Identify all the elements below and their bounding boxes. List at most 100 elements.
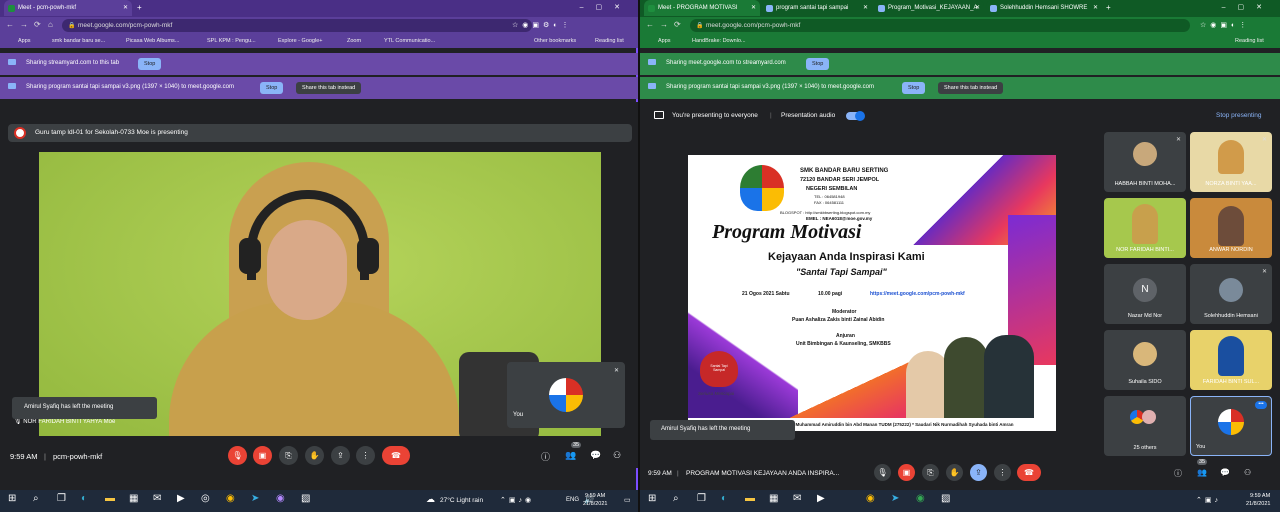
bookmark-ytl[interactable]: YTL Communicatio... <box>384 38 435 44</box>
new-tab-icon[interactable]: + <box>137 3 142 12</box>
mail-icon[interactable]: ✉ <box>793 493 801 504</box>
bookmark-spl[interactable]: SPL KPM : Pengu... <box>207 38 256 44</box>
stop-presenting-button[interactable]: Stop presenting <box>1216 112 1262 119</box>
captions-button[interactable]: ⎘ <box>279 446 298 465</box>
store-icon[interactable]: ▦ <box>129 493 138 504</box>
close-icon[interactable]: ✕ <box>1093 4 1098 11</box>
telegram-icon[interactable]: ➤ <box>251 493 259 504</box>
more-options-button[interactable]: ⋮ <box>356 446 375 465</box>
tray-icons[interactable]: ⌃▣♪◉ <box>500 496 534 504</box>
close-icon[interactable]: ✕ <box>123 4 128 11</box>
captions-button[interactable]: ⎘ <box>922 464 939 481</box>
tray-icons[interactable]: ⌃▣♪ <box>1196 496 1221 504</box>
share-this-tab-button[interactable]: Share this tab instead <box>938 82 1004 94</box>
photos-icon[interactable]: ▧ <box>301 493 310 504</box>
close-icon[interactable]: ✕ <box>751 4 756 11</box>
participant-tile[interactable]: ANWAR NORDIN <box>1190 198 1272 258</box>
info-icon[interactable]: ⓘ <box>541 450 550 463</box>
self-tile[interactable]: ••• You <box>1190 396 1272 456</box>
people-icon[interactable]: 👥 <box>1197 468 1207 477</box>
share-this-tab-button[interactable]: Share this tab instead <box>296 82 362 94</box>
bookmark-apps[interactable]: Apps <box>658 38 671 44</box>
people-icon[interactable]: 👥 <box>565 450 576 461</box>
more-options-button[interactable]: ⋮ <box>994 464 1011 481</box>
reload-icon[interactable]: ⟳ <box>34 20 41 29</box>
windows-start-icon[interactable]: ⊞ <box>648 493 656 504</box>
camera-toggle-button[interactable]: ▣ <box>253 446 272 465</box>
right-tab-program[interactable]: program santai tapi sampai ✕ <box>762 0 872 16</box>
photos-icon[interactable]: ▧ <box>941 493 950 504</box>
bookmark-picasa[interactable]: Picasa Web Albums... <box>126 38 179 44</box>
windows-start-icon[interactable]: ⊞ <box>8 493 16 504</box>
language-indicator[interactable]: ENG <box>566 497 579 503</box>
present-button[interactable]: ⇪ <box>331 446 350 465</box>
end-call-button[interactable]: ☎ <box>382 446 410 465</box>
stop-button[interactable]: Stop <box>902 82 926 94</box>
close-icon[interactable]: ✕ <box>863 4 868 11</box>
participant-tile[interactable]: ✕ Solehhuddin Hemsani <box>1190 264 1272 324</box>
app-icon[interactable]: ◎ <box>201 493 210 504</box>
stop-button[interactable]: Stop <box>260 82 284 94</box>
bookmark-reading-list[interactable]: Reading list <box>595 38 624 44</box>
mail-icon[interactable]: ✉ <box>153 493 161 504</box>
present-button[interactable]: ⇪ <box>970 464 987 481</box>
chat-icon[interactable]: 💬 <box>1220 468 1230 477</box>
info-icon[interactable]: ⓘ <box>1174 468 1182 479</box>
reload-icon[interactable]: ⟳ <box>674 20 681 29</box>
task-view-icon[interactable]: ❐ <box>697 493 706 504</box>
end-call-button[interactable]: ☎ <box>1017 464 1041 481</box>
forward-icon[interactable]: → <box>20 20 28 29</box>
search-icon[interactable]: ⌕ <box>33 493 39 504</box>
file-explorer-icon[interactable]: ▬ <box>105 493 115 504</box>
others-tile[interactable]: 25 others <box>1104 396 1186 456</box>
right-address-bar[interactable]: 🔒 meet.google.com/pcm-powh-mkf <box>690 19 1190 32</box>
participant-tile[interactable]: ✕ HABBAH BINTI MOHA... <box>1104 132 1186 192</box>
home-icon[interactable]: ⌂ <box>48 20 53 29</box>
file-explorer-icon[interactable]: ▬ <box>745 493 755 504</box>
store-icon[interactable]: ▦ <box>769 493 778 504</box>
chrome-green-icon[interactable]: ◉ <box>916 493 925 504</box>
participant-tile[interactable]: N Nazar Md Nor <box>1104 264 1186 324</box>
bookmark-smk[interactable]: smk bandar baru se... <box>52 38 105 44</box>
right-tab-motivasi[interactable]: Program_Motivasi_KEJAYAAN_A ✕ <box>874 0 984 16</box>
more-options-icon[interactable]: ••• <box>1255 401 1267 409</box>
mic-toggle-button[interactable]: 🎙 <box>874 464 891 481</box>
media-icon[interactable]: ▶ <box>177 493 185 504</box>
chat-icon[interactable]: 💬 <box>590 450 601 461</box>
media-icon[interactable]: ▶ <box>817 493 825 504</box>
close-icon[interactable]: ✕ <box>975 4 980 11</box>
search-icon[interactable]: ⌕ <box>673 493 679 504</box>
window-controls[interactable]: –▢✕ <box>580 3 632 11</box>
bookmark-google-plus[interactable]: Explore - Google+ <box>278 38 322 44</box>
extension-icons[interactable]: ☆◉▣◐⋮ <box>1200 21 1250 29</box>
chrome-purple-icon[interactable]: ◉ <box>276 493 285 504</box>
participant-tile[interactable]: ✕ NORZA BINTI YAA... <box>1190 132 1272 192</box>
stop-button[interactable]: Stop <box>806 58 830 70</box>
new-tab-icon[interactable]: + <box>1106 3 1111 12</box>
right-tab-solehhuddin[interactable]: Solehhuddin Hemsani SHOWRE ✕ <box>986 0 1102 16</box>
stop-button[interactable]: Stop <box>138 58 162 70</box>
notification-icon[interactable]: ▭ <box>624 496 631 504</box>
participant-tile[interactable]: FARIDAH BINTI SUL... <box>1190 330 1272 390</box>
participant-tile[interactable]: NOR FARIDAH BINTI... <box>1104 198 1186 258</box>
self-view-tile[interactable]: ✕ You <box>507 362 625 428</box>
telegram-icon[interactable]: ➤ <box>891 493 899 504</box>
camera-toggle-button[interactable]: ▣ <box>898 464 915 481</box>
activities-icon[interactable]: ⚇ <box>613 450 621 461</box>
window-controls[interactable]: –▢✕ <box>1222 3 1274 11</box>
right-tab-meet[interactable]: Meet - PROGRAM MOTIVASI ✕ <box>644 0 760 16</box>
raise-hand-button[interactable]: ✋ <box>305 446 324 465</box>
back-icon[interactable]: ← <box>6 20 14 29</box>
participant-tile[interactable]: Suhaila SIDO <box>1104 330 1186 390</box>
task-view-icon[interactable]: ❐ <box>57 493 66 504</box>
bookmark-apps[interactable]: Apps <box>18 38 31 44</box>
chrome-icon[interactable]: ◉ <box>226 493 235 504</box>
left-tab-meet[interactable]: Meet - pcm-powh-mkf ✕ <box>4 0 132 16</box>
edge-icon[interactable]: ◐ <box>81 493 87 504</box>
extension-icons[interactable]: ☆◉▣⚙◐⋮ <box>512 21 573 29</box>
bookmark-handbrake[interactable]: HandBrake: Downlo... <box>692 38 746 44</box>
mic-toggle-button[interactable]: 🎙 <box>228 446 247 465</box>
poster-link[interactable]: https://meet.google.com/pcm-powh-mkf <box>870 291 965 297</box>
forward-icon[interactable]: → <box>660 20 668 29</box>
left-address-bar[interactable]: 🔒 meet.google.com/pcm-powh-mkf <box>62 19 532 32</box>
